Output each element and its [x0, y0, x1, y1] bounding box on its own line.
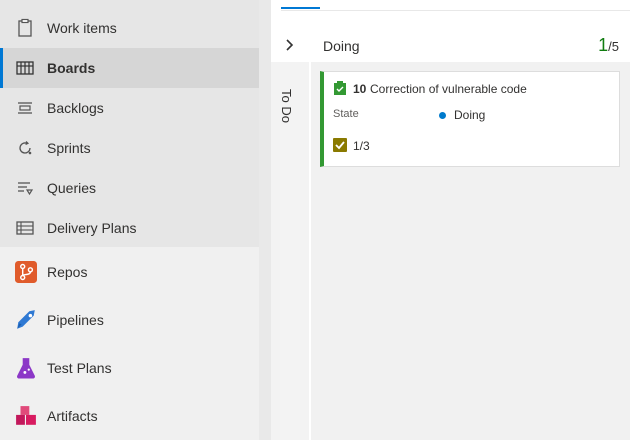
test-plans-icon: [17, 358, 35, 379]
nav-label: Backlogs: [47, 100, 104, 116]
nav-label: Delivery Plans: [47, 220, 137, 236]
backlog-icon: [18, 102, 32, 114]
column-header-doing: Doing 1/5: [311, 30, 630, 60]
work-item-title[interactable]: Correction of vulnerable code: [370, 82, 527, 96]
nav-sprints[interactable]: Sprints: [0, 128, 259, 168]
nav-boards[interactable]: Boards: [0, 48, 259, 88]
chevron-right-icon[interactable]: [281, 35, 299, 55]
pipelines-icon: [17, 310, 35, 329]
nav-label: Work items: [47, 20, 117, 36]
collapsed-column-label: To Do: [279, 89, 294, 123]
nav-label: Test Plans: [47, 360, 112, 376]
checkbox-icon[interactable]: [333, 138, 347, 152]
state-dot: [439, 112, 446, 119]
column-name: Doing: [323, 38, 360, 54]
sprint-icon: [19, 141, 32, 155]
nav-pipelines[interactable]: Pipelines: [0, 300, 259, 340]
pivot-bar: [281, 0, 630, 11]
nav-label: Boards: [47, 60, 96, 76]
work-item-id: 10: [353, 82, 367, 96]
nav-label: Pipelines: [47, 312, 104, 328]
delivery-plans-icon: [16, 221, 34, 235]
nav-delivery-plans[interactable]: Delivery Plans: [0, 208, 259, 248]
nav-work-items[interactable]: Work items: [0, 8, 259, 48]
board-icon: [16, 61, 34, 75]
nav-label: Queries: [47, 180, 97, 196]
state-value[interactable]: Doing: [454, 108, 485, 122]
nav-label: Repos: [47, 264, 88, 280]
nav-label: Sprints: [47, 140, 91, 156]
board-area: Doing 1/5 To Do 10 Correction of vulnera…: [271, 0, 630, 440]
nav-queries[interactable]: Queries: [0, 168, 259, 208]
query-icon: [18, 182, 34, 196]
pane-splitter[interactable]: [259, 0, 271, 440]
wip-count: 1/5: [598, 35, 619, 55]
child-tasks-progress[interactable]: 1/3: [353, 139, 370, 153]
repos-icon: [15, 261, 37, 283]
state-label: State: [333, 108, 359, 120]
left-navigation: Work items Boards Backlogs Sprints Queri…: [0, 0, 259, 440]
nav-artifacts[interactable]: Artifacts: [0, 396, 259, 436]
selected-tab-indicator: [281, 7, 320, 9]
collapsed-column-todo[interactable]: To Do: [271, 62, 309, 440]
nav-test-plans[interactable]: Test Plans: [0, 348, 259, 388]
nav-label: Artifacts: [47, 408, 98, 424]
nav-repos[interactable]: Repos: [0, 252, 259, 292]
work-item-card[interactable]: 10 Correction of vulnerable code State D…: [320, 71, 620, 167]
nav-backlogs[interactable]: Backlogs: [0, 88, 259, 128]
artifacts-icon: [16, 406, 36, 425]
task-icon: [334, 81, 346, 95]
clipboard-icon: [18, 18, 32, 37]
